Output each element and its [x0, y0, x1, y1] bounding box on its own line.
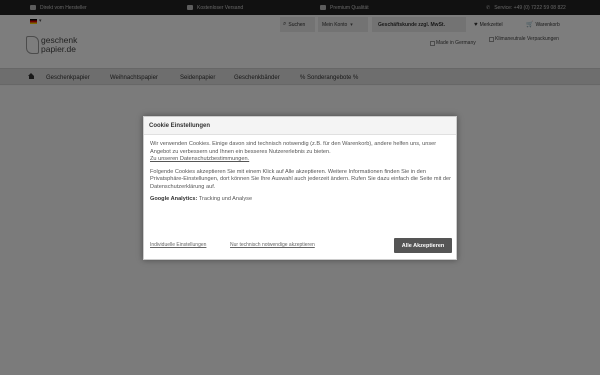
cookie-dialog-title: Cookie Einstellungen [144, 117, 456, 135]
cookie-dialog-footer: Individuelle Einstellungen Nur technisch… [150, 238, 452, 254]
cookie-dialog: Cookie Einstellungen Wir verwenden Cooki… [143, 116, 457, 260]
necessary-only-link[interactable]: Nur technisch notwendige akzeptieren [230, 242, 315, 248]
cookie-intro: Wir verwenden Cookies. Einige davon sind… [150, 141, 452, 164]
analytics-label: Google Analytics: [150, 196, 198, 202]
individual-settings-link[interactable]: Individuelle Einstellungen [150, 242, 206, 248]
analytics-value: Tracking und Analyse [198, 196, 253, 202]
cookie-intro-text: Wir verwenden Cookies. Einige davon sind… [150, 141, 437, 155]
privacy-link[interactable]: Zu unseren Datenschutzbestimmungen. [150, 156, 249, 162]
cookie-info: Folgende Cookies akzeptieren Sie mit ein… [150, 168, 451, 190]
cookie-analytics: Google Analytics: Tracking und Analyse [150, 196, 452, 204]
cookie-dialog-body: Wir verwenden Cookies. Einige davon sind… [150, 141, 452, 209]
accept-all-button[interactable]: Alle Akzeptieren [394, 238, 452, 253]
